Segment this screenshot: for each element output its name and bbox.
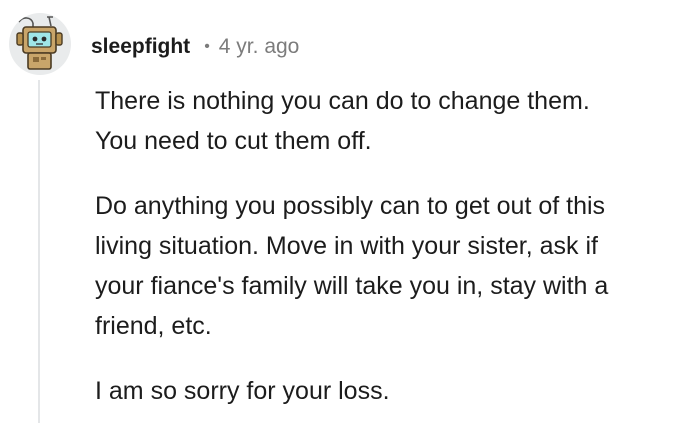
user-avatar[interactable] — [9, 13, 71, 75]
comment-body: There is nothing you can do to change th… — [95, 81, 685, 436]
comment-text-line: There is nothing you can do to change th… — [95, 87, 590, 115]
separator-dot: • — [204, 38, 210, 55]
username-link[interactable]: sleepfight — [91, 35, 190, 59]
comment-text-line: friend, etc. — [95, 312, 212, 340]
comment-text-line: I am so sorry for your loss. — [95, 377, 390, 405]
comment-text-line: your fiance's family will take you in, s… — [95, 272, 609, 300]
comment-paragraph-1: There is nothing you can do to change th… — [95, 81, 685, 161]
comment-text-line: living situation. Move in with your sist… — [95, 232, 598, 260]
comment: sleepfight • 4 yr. ago There is nothing … — [0, 0, 700, 423]
comment-header: sleepfight • 4 yr. ago — [91, 32, 299, 62]
timestamp-link[interactable]: 4 yr. ago — [219, 35, 300, 59]
comment-text-line: Do anything you possibly can to get out … — [95, 192, 606, 220]
comment-paragraph-3: I am so sorry for your loss. — [95, 371, 685, 411]
robot-avatar-icon — [16, 16, 63, 70]
comment-paragraph-2: Do anything you possibly can to get out … — [95, 186, 685, 346]
thread-line[interactable] — [38, 80, 40, 423]
comment-text-line: You need to cut them off. — [95, 127, 372, 155]
